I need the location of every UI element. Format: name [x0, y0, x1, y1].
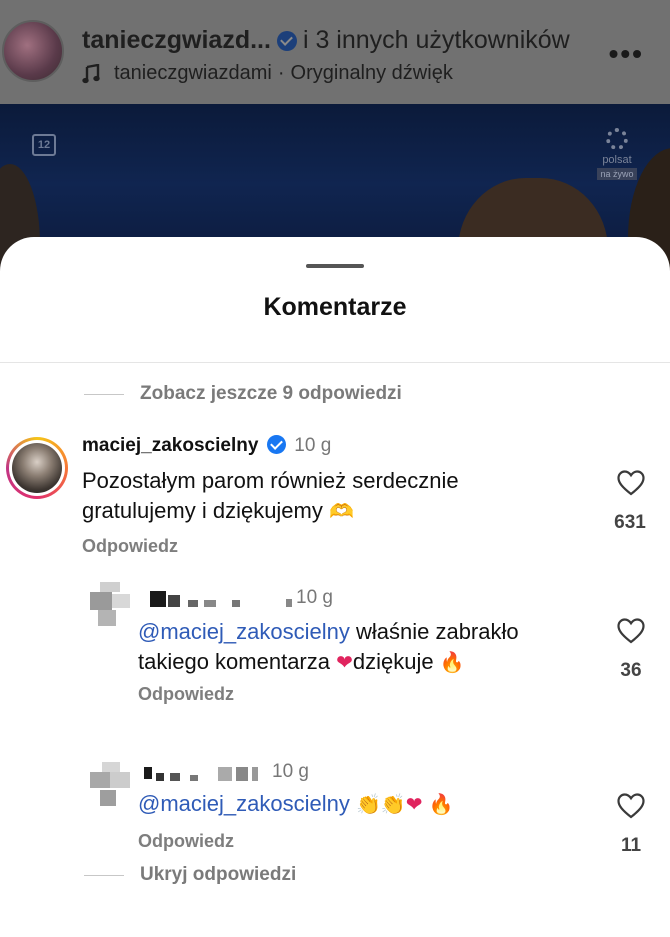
fire-emoji-icon: 🔥 — [439, 650, 465, 674]
like-count: 36 — [620, 660, 642, 681]
broadcaster-logo-icon — [606, 128, 628, 150]
audio-row[interactable]: tanieczgwiazdami · Oryginalny dźwięk — [82, 62, 453, 85]
sheet-drag-handle[interactable] — [306, 264, 364, 268]
comment-time: 10 g — [296, 587, 333, 608]
comment-text-segment: takiego komentarza — [138, 649, 337, 674]
commenter-avatar[interactable] — [90, 582, 136, 628]
comment-header: maciej_zakoscielny 10 g — [82, 435, 602, 457]
author-avatar[interactable] — [2, 20, 64, 82]
like-heart-icon[interactable] — [617, 793, 645, 819]
reply-button[interactable]: Odpowiedz — [82, 536, 602, 557]
comment-text-segment: dziękuje — [352, 649, 440, 674]
comment-text-segment: gratulujemy i dziękujemy — [82, 498, 323, 523]
more-options-icon[interactable]: ••• — [609, 38, 644, 70]
broadcaster-logo: polsat na żywo — [590, 128, 644, 188]
clapping-hands-emoji-icon: 👏 — [380, 792, 406, 816]
comment-time: 10 g — [272, 761, 309, 782]
comments-sheet: Komentarze Zobacz jeszcze 9 odpowiedzi m… — [0, 237, 670, 937]
hide-replies-label: Ukryj odpowiedzi — [140, 864, 297, 885]
red-heart-emoji-icon: ❤ — [405, 792, 423, 816]
sheet-title: Komentarze — [263, 293, 407, 321]
avatar-photo — [12, 443, 62, 493]
verified-badge-icon — [266, 435, 286, 454]
music-note-icon — [82, 63, 100, 83]
comment-text-segment: właśnie zabrakło — [349, 619, 519, 644]
like-heart-icon[interactable] — [617, 618, 645, 644]
audio-username: tanieczgwiazdami — [114, 62, 272, 84]
reply-button[interactable]: Odpowiedz — [138, 684, 234, 705]
comment-username[interactable]: maciej_zakoscielny — [82, 435, 258, 456]
comment-text-line: gratulujemy i dziękujemy 🫶 — [82, 496, 602, 526]
fire-emoji-icon: 🔥 — [428, 792, 454, 816]
author-username[interactable]: tanieczgwiazd... — [82, 26, 271, 55]
mention-link[interactable]: @maciej_zakoscielny — [138, 619, 350, 644]
mention-link[interactable]: @maciej_zakoscielny — [138, 791, 350, 816]
reply-button[interactable]: Odpowiedz — [138, 831, 234, 852]
live-badge: na żywo — [597, 168, 637, 180]
reel-title-row: tanieczgwiazd... i 3 innych użytkowników — [82, 26, 570, 55]
see-more-replies-button[interactable]: Zobacz jeszcze 9 odpowiedzi — [84, 383, 402, 405]
comment-username-redacted[interactable] — [140, 587, 300, 611]
comment-text: @maciej_zakoscielny 👏👏❤ 🔥 — [138, 789, 598, 819]
divider — [0, 362, 670, 363]
comment-text-line: Pozostałym parom również serdecznie — [82, 468, 459, 493]
divider — [84, 393, 124, 395]
like-count: 11 — [620, 835, 642, 856]
hide-replies-button[interactable]: Ukryj odpowiedzi — [84, 864, 296, 886]
commenter-avatar[interactable] — [6, 437, 68, 499]
red-heart-emoji-icon: ❤ — [336, 650, 353, 674]
comment-text: @maciej_zakoscielny właśnie zabrakło tak… — [138, 617, 598, 677]
clapping-hands-emoji-icon: 👏 — [355, 792, 381, 816]
commenter-avatar[interactable] — [90, 762, 136, 808]
divider — [84, 874, 124, 876]
comment: maciej_zakoscielny 10 g Pozostałym parom… — [82, 435, 602, 557]
comment-text: Pozostałym parom również serdecznie grat… — [82, 466, 602, 526]
comment-text-line: @maciej_zakoscielny właśnie zabrakło — [138, 617, 598, 647]
heart-hands-emoji-icon: 🫶 — [329, 499, 354, 523]
verified-badge-icon — [276, 30, 297, 51]
collab-text[interactable]: i 3 innych użytkowników — [303, 26, 570, 55]
age-rating-badge: 12 — [32, 134, 56, 156]
broadcaster-name: polsat — [602, 154, 632, 166]
see-more-replies-label: Zobacz jeszcze 9 odpowiedzi — [140, 383, 402, 404]
audio-label: Oryginalny dźwięk — [290, 62, 453, 84]
like-count: 631 — [614, 512, 646, 533]
reel-header: tanieczgwiazd... i 3 innych użytkowników… — [0, 0, 670, 104]
comment-username-redacted[interactable] — [140, 761, 280, 785]
comment-time: 10 g — [294, 435, 332, 456]
comment-text-line: takiego komentarza ❤dziękuje 🔥 — [138, 647, 598, 677]
like-heart-icon[interactable] — [617, 470, 645, 496]
audio-separator: · — [277, 62, 285, 84]
